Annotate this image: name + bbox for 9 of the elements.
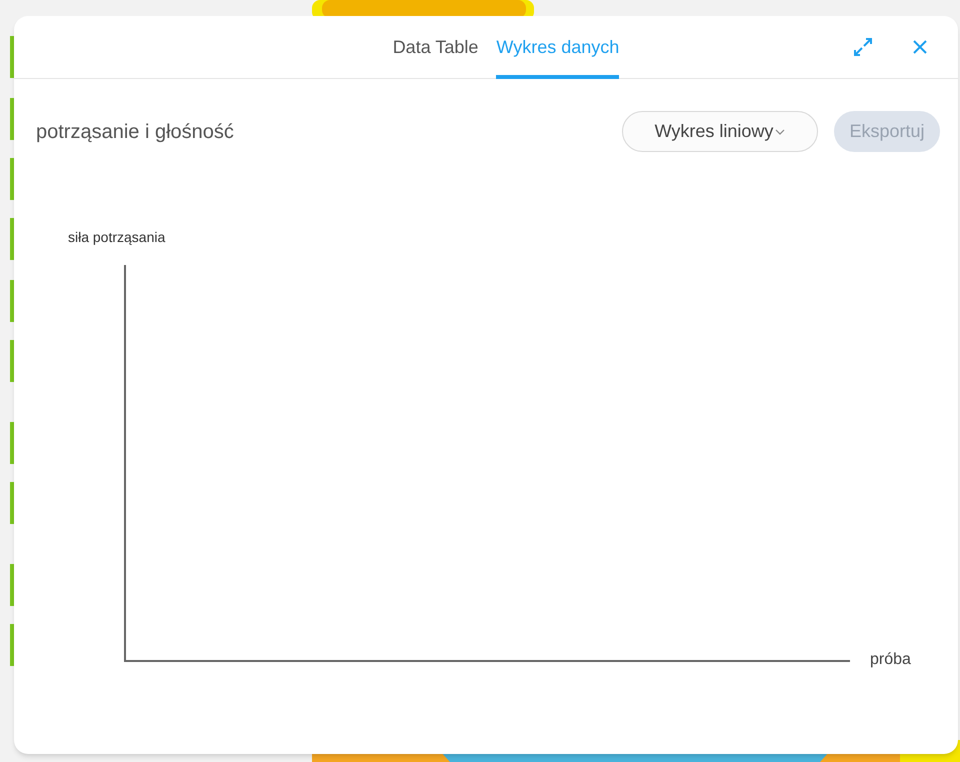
chart-type-dropdown[interactable]: Wykres liniowy <box>622 111 818 152</box>
expand-icon[interactable] <box>853 37 873 57</box>
dropdown-value: Wykres liniowy <box>654 120 774 143</box>
chart-title: potrząsanie i głośność <box>36 120 235 144</box>
close-icon[interactable] <box>912 39 928 55</box>
x-axis-label: próba <box>870 650 911 670</box>
y-axis-label: siła potrząsania <box>68 228 166 247</box>
chevron-down-icon <box>775 128 786 134</box>
tab[interactable]: Data Table <box>392 34 478 79</box>
